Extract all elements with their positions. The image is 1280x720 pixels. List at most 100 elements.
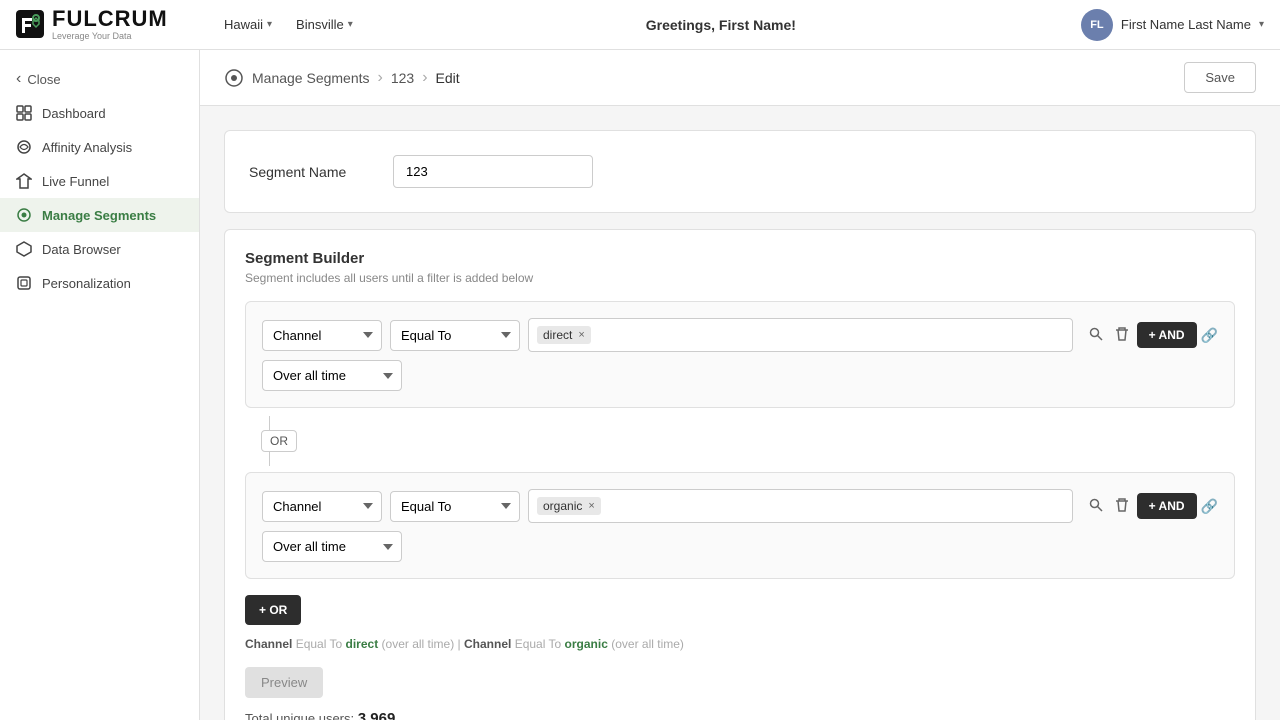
filter2-field-select[interactable]: Channel	[262, 491, 382, 522]
breadcrumb: Manage Segments › 123 › Edit	[224, 68, 460, 88]
breadcrumb-id: 123	[391, 70, 414, 86]
filter1-and-button[interactable]: + AND	[1137, 322, 1197, 348]
segment-name-input[interactable]	[393, 155, 593, 188]
breadcrumb-sep2: ›	[422, 69, 427, 87]
add-or-button[interactable]: + OR	[245, 595, 301, 625]
sidebar-item-live-funnel[interactable]: Live Funnel	[0, 164, 199, 198]
or-badge: OR	[261, 430, 297, 452]
user-menu-chevron[interactable]: ▾	[1259, 19, 1264, 30]
filter1-tag-direct-label: direct	[543, 328, 572, 342]
user-area: FL First Name Last Name ▾	[1081, 9, 1264, 41]
location2-chevron: ▾	[348, 19, 353, 30]
breadcrumb-section: Manage Segments	[252, 70, 370, 86]
breadcrumb-page: Edit	[436, 70, 460, 86]
filter2-tags-input[interactable]: organic ×	[528, 489, 1073, 523]
dashboard-icon	[16, 105, 32, 121]
logo-area: FULCRUM Leverage Your Data	[16, 7, 216, 41]
search-icon-2	[1089, 498, 1103, 512]
filter1-link-icon[interactable]: 🔗	[1201, 327, 1218, 344]
sidebar-item-live-funnel-label: Live Funnel	[42, 174, 109, 189]
avatar: FL	[1081, 9, 1113, 41]
filter1-search-button[interactable]	[1085, 323, 1107, 348]
filter-group-1: Channel Equal To direct ×	[245, 301, 1235, 408]
segments-breadcrumb-icon	[224, 68, 244, 88]
segments-icon	[16, 207, 32, 223]
or-connector: OR	[261, 416, 1235, 466]
close-label: Close	[27, 72, 60, 87]
filter-group-2: Channel Equal To organic ×	[245, 472, 1235, 579]
segment-name-card: Segment Name	[224, 130, 1256, 213]
sidebar-item-dashboard-label: Dashboard	[42, 106, 106, 121]
filter1-operator-select[interactable]: Equal To	[390, 320, 520, 351]
filter2-tag-organic-label: organic	[543, 499, 582, 513]
filter2-tag-organic: organic ×	[537, 497, 601, 515]
filter2-delete-button[interactable]	[1111, 494, 1133, 519]
total-users-label: Total unique users:	[245, 711, 354, 720]
trash-icon-2	[1115, 498, 1129, 512]
sidebar-item-data-browser[interactable]: Data Browser	[0, 232, 199, 266]
filter1-tags-input[interactable]: direct ×	[528, 318, 1073, 352]
filter-row-1: Channel Equal To direct ×	[262, 318, 1218, 352]
filter-row-2: Channel Equal To organic ×	[262, 489, 1218, 523]
personalization-icon	[16, 275, 32, 291]
location1-label: Hawaii	[224, 17, 263, 32]
location2-label: Binsville	[296, 17, 344, 32]
summary-text: Channel Equal To direct (over all time) …	[245, 637, 1235, 651]
data-browser-icon	[16, 241, 32, 257]
filter1-time-row: Over all time	[262, 360, 1218, 391]
filter1-time-select[interactable]: Over all time	[262, 360, 402, 391]
builder-title: Segment Builder	[245, 250, 1235, 267]
search-icon	[1089, 327, 1103, 341]
filter1-delete-button[interactable]	[1111, 323, 1133, 348]
filter2-link-icon[interactable]: 🔗	[1201, 498, 1218, 515]
sidebar-close-button[interactable]: ‹ Close	[0, 62, 199, 96]
sidebar-item-dashboard[interactable]: Dashboard	[0, 96, 199, 130]
logo-icon	[16, 10, 44, 38]
user-name: First Name Last Name	[1121, 17, 1251, 32]
filter1-actions: + AND 🔗	[1085, 322, 1218, 348]
builder-subtitle: Segment includes all users until a filte…	[245, 271, 1235, 285]
sidebar-item-data-browser-label: Data Browser	[42, 242, 121, 257]
greeting-text: Greetings, First Name!	[646, 17, 796, 33]
logo-text: FULCRUM Leverage Your Data	[52, 7, 168, 41]
filter2-time-row: Over all time	[262, 531, 1218, 562]
location2-dropdown[interactable]: Binsville ▾	[288, 13, 361, 36]
breadcrumb-sep1: ›	[378, 69, 383, 87]
save-button[interactable]: Save	[1184, 62, 1256, 93]
content-area: Segment Name Segment Builder Segment inc…	[200, 106, 1280, 720]
body-wrap: ‹ Close Dashboard Affinity Analysis Live…	[0, 50, 1280, 720]
filter2-tag-organic-close[interactable]: ×	[588, 500, 594, 512]
total-users-count: 3,969	[358, 710, 396, 720]
segment-name-label: Segment Name	[249, 164, 369, 180]
preview-button[interactable]: Preview	[245, 667, 323, 698]
sidebar-item-personalization-label: Personalization	[42, 276, 131, 291]
page-header: Manage Segments › 123 › Edit Save	[200, 50, 1280, 106]
sidebar-item-personalization[interactable]: Personalization	[0, 266, 199, 300]
brand-name: FULCRUM	[52, 7, 168, 31]
brand-tagline: Leverage Your Data	[52, 32, 168, 42]
builder-card: Segment Builder Segment includes all use…	[224, 229, 1256, 720]
affinity-icon	[16, 139, 32, 155]
filter2-search-button[interactable]	[1085, 494, 1107, 519]
location1-chevron: ▾	[267, 19, 272, 30]
filter2-and-button[interactable]: + AND	[1137, 493, 1197, 519]
filter1-field-select[interactable]: Channel	[262, 320, 382, 351]
sidebar-item-manage-segments-label: Manage Segments	[42, 208, 156, 223]
total-users: Total unique users: 3,969	[245, 710, 1235, 720]
sidebar-item-affinity-label: Affinity Analysis	[42, 140, 132, 155]
filter1-tag-direct-close[interactable]: ×	[578, 329, 584, 341]
filter2-time-select[interactable]: Over all time	[262, 531, 402, 562]
nav-location-dropdowns: Hawaii ▾ Binsville ▾	[216, 13, 361, 36]
sidebar-item-manage-segments[interactable]: Manage Segments	[0, 198, 199, 232]
trash-icon	[1115, 327, 1129, 341]
main-content: Manage Segments › 123 › Edit Save Segmen…	[200, 50, 1280, 720]
chevron-left-icon: ‹	[16, 70, 21, 88]
sidebar: ‹ Close Dashboard Affinity Analysis Live…	[0, 50, 200, 720]
filter1-tag-direct: direct ×	[537, 326, 591, 344]
location1-dropdown[interactable]: Hawaii ▾	[216, 13, 280, 36]
funnel-icon	[16, 173, 32, 189]
filter2-actions: + AND 🔗	[1085, 493, 1218, 519]
sidebar-item-affinity[interactable]: Affinity Analysis	[0, 130, 199, 164]
segment-name-row: Segment Name	[249, 155, 1231, 188]
filter2-operator-select[interactable]: Equal To	[390, 491, 520, 522]
